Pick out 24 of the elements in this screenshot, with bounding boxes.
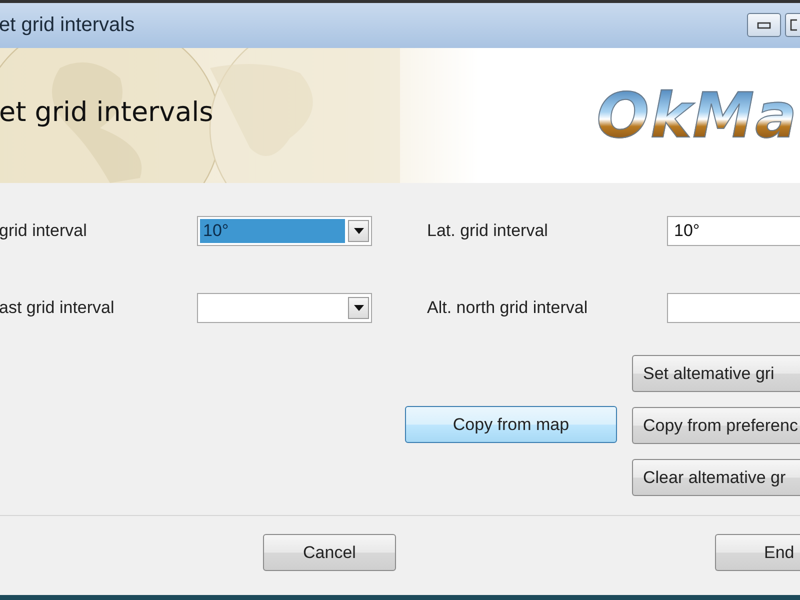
input-field[interactable] <box>667 293 800 323</box>
field-label: ast grid interval <box>0 298 116 318</box>
dialog-heading: et grid intervals <box>0 97 214 128</box>
caret-icon <box>354 228 364 234</box>
action-button[interactable]: Clear altemative gr <box>632 459 800 496</box>
field-label: Lat. grid interval <box>426 221 549 241</box>
dropdown-arrow-button[interactable] <box>348 220 369 242</box>
copy-from-map-button[interactable]: Copy from map <box>405 406 617 443</box>
minimize-icon <box>757 21 771 29</box>
action-button[interactable]: Set altemative gri <box>632 355 800 392</box>
dropdown-field[interactable] <box>197 293 372 323</box>
dropdown-arrow-button[interactable] <box>348 297 369 319</box>
minimize-button[interactable] <box>747 13 781 37</box>
field-label: Alt. north grid interval <box>426 298 589 318</box>
window-title: et grid intervals <box>0 14 135 37</box>
cancel-button[interactable]: Cancel <box>263 534 396 571</box>
action-button[interactable]: Copy from preferenc <box>632 407 800 444</box>
maximize-icon <box>789 19 797 31</box>
dropdown-field[interactable]: 10° <box>197 216 372 246</box>
caret-icon <box>354 305 364 311</box>
input-field[interactable]: 10° <box>667 216 800 246</box>
maximize-button[interactable] <box>785 13 800 37</box>
field-label: grid interval <box>0 221 88 241</box>
end-button[interactable]: End <box>715 534 800 571</box>
